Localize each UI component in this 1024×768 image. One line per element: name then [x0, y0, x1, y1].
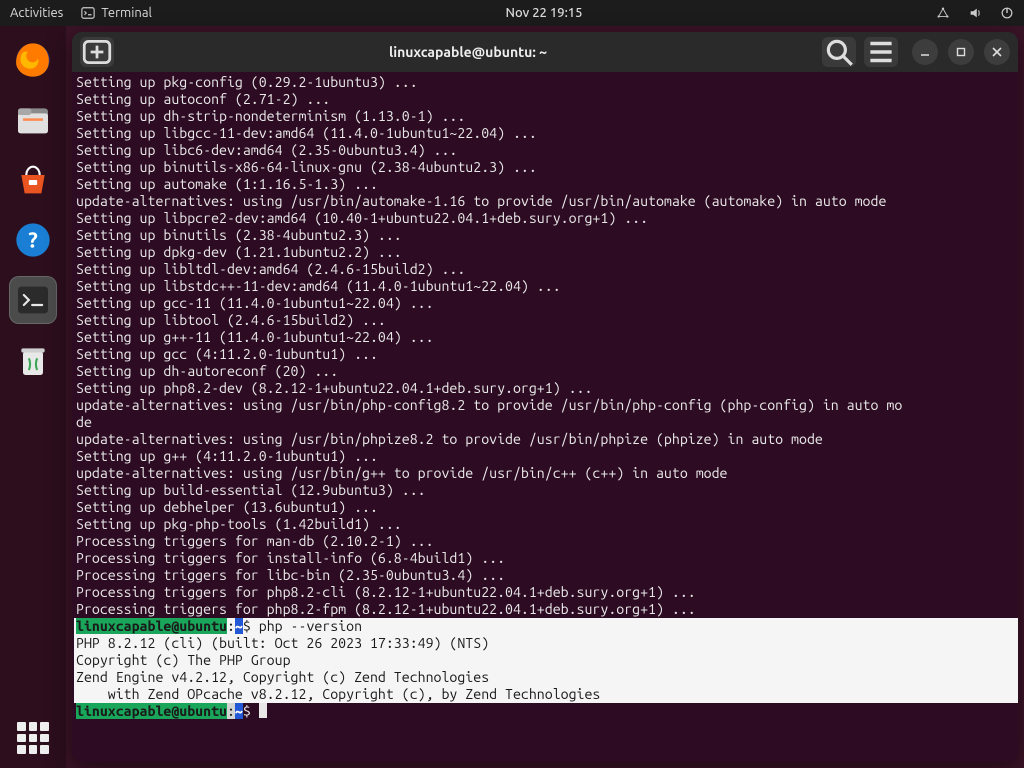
power-status-icon[interactable]: [1000, 6, 1014, 20]
terminal-line: Setting up autoconf (2.71-2) ...: [74, 91, 1018, 108]
clock[interactable]: Nov 22 19:15: [162, 6, 926, 20]
maximize-icon: [955, 46, 967, 58]
activities-button[interactable]: Activities: [10, 6, 63, 20]
close-icon: [991, 46, 1003, 58]
terminal-line: Setting up libgcc-11-dev:amd64 (11.4.0-1…: [74, 125, 1018, 142]
minimize-icon: [919, 46, 931, 58]
hamburger-icon: [864, 35, 898, 69]
prompt-path: ~: [235, 703, 243, 719]
help-launcher[interactable]: ?: [9, 216, 57, 264]
terminal-line: Setting up dh-strip-nondeterminism (1.13…: [74, 108, 1018, 125]
gnome-topbar: Activities Terminal Nov 22 19:15: [0, 0, 1024, 26]
terminal-line: Setting up automake (1:1.16.5-1.3) ...: [74, 176, 1018, 193]
terminal-line: Processing triggers for php8.2-fpm (8.2.…: [74, 601, 1018, 618]
minimize-button[interactable]: [912, 39, 938, 65]
svg-text:?: ?: [28, 229, 38, 253]
terminal-line: Processing triggers for install-info (6.…: [74, 550, 1018, 567]
terminal-line: Setting up php8.2-dev (8.2.12-1+ubuntu22…: [74, 380, 1018, 397]
terminal-line: update-alternatives: using /usr/bin/phpi…: [74, 431, 1018, 448]
help-icon: ?: [13, 220, 53, 260]
terminal-line: Setting up libstdc++-11-dev:amd64 (11.4.…: [74, 278, 1018, 295]
titlebar: linuxcapable@ubuntu: ~: [72, 32, 1018, 72]
terminal-line: Setting up gcc (4:11.2.0-1ubuntu1) ...: [74, 346, 1018, 363]
terminal-line: Setting up libtool (2.4.6-15build2) ...: [74, 312, 1018, 329]
terminal-line: Setting up g++-11 (11.4.0-1ubuntu1~22.04…: [74, 329, 1018, 346]
prompt-colon: :: [227, 703, 235, 719]
terminal-line: Setting up libc6-dev:amd64 (2.35-0ubuntu…: [74, 142, 1018, 159]
prompt-line: linuxcapable@ubuntu:~$ php --version: [74, 618, 1018, 635]
cursor: [259, 703, 267, 718]
prompt-user: linuxcapable@ubuntu: [76, 618, 227, 634]
terminal-line: Setting up libltdl-dev:amd64 (2.4.6-15bu…: [74, 261, 1018, 278]
terminal-line: Setting up dpkg-dev (1.21.1ubuntu2.2) ..…: [74, 244, 1018, 261]
terminal-line: de: [74, 414, 1018, 431]
search-icon: [822, 35, 856, 69]
software-icon: [13, 160, 53, 200]
highlighted-output: linuxcapable@ubuntu:~$ php --versionPHP …: [74, 618, 1018, 703]
prompt-user: linuxcapable@ubuntu: [76, 703, 227, 719]
files-icon: [13, 100, 53, 140]
terminal-line: Setting up binutils-x86-64-linux-gnu (2.…: [74, 159, 1018, 176]
active-app-indicator[interactable]: Terminal: [81, 6, 152, 20]
trash-icon: [13, 340, 53, 380]
terminal-line: with Zend OPcache v8.2.12, Copyright (c)…: [74, 686, 1018, 703]
terminal-line: Setting up g++ (4:11.2.0-1ubuntu1) ...: [74, 448, 1018, 465]
ubuntu-dock: ?: [0, 26, 66, 768]
terminal-small-icon: [81, 6, 95, 20]
terminal-line: Setting up gcc-11 (11.4.0-1ubuntu1~22.04…: [74, 295, 1018, 312]
terminal-line: Copyright (c) The PHP Group: [74, 652, 1018, 669]
new-tab-icon: [80, 35, 114, 69]
hamburger-menu-button[interactable]: [864, 37, 898, 67]
software-launcher[interactable]: [9, 156, 57, 204]
terminal-line: Processing triggers for man-db (2.10.2-1…: [74, 533, 1018, 550]
terminal-line: Setting up binutils (2.38-4ubuntu2.3) ..…: [74, 227, 1018, 244]
terminal-body[interactable]: Setting up pkg-config (0.29.2-1ubuntu3) …: [72, 72, 1018, 762]
firefox-icon: [13, 40, 53, 80]
firefox-launcher[interactable]: [9, 36, 57, 84]
terminal-line: update-alternatives: using /usr/bin/php-…: [74, 397, 1018, 414]
terminal-line: Processing triggers for libc-bin (2.35-0…: [74, 567, 1018, 584]
prompt-path: ~: [235, 618, 243, 634]
maximize-button[interactable]: [948, 39, 974, 65]
terminal-line: Processing triggers for php8.2-cli (8.2.…: [74, 584, 1018, 601]
show-applications-button[interactable]: [17, 722, 49, 754]
terminal-line: Setting up dh-autoreconf (20) ...: [74, 363, 1018, 380]
terminal-line: Zend Engine v4.2.12, Copyright (c) Zend …: [74, 669, 1018, 686]
files-launcher[interactable]: [9, 96, 57, 144]
terminal-line: Setting up libpcre2-dev:amd64 (10.40-1+u…: [74, 210, 1018, 227]
terminal-launcher[interactable]: [9, 276, 57, 324]
prompt-dollar: $: [243, 618, 251, 634]
close-button[interactable]: [984, 39, 1010, 65]
terminal-line: Setting up pkg-php-tools (1.42build1) ..…: [74, 516, 1018, 533]
terminal-line: update-alternatives: using /usr/bin/g++ …: [74, 465, 1018, 482]
window-title: linuxcapable@ubuntu: ~: [122, 44, 814, 60]
network-status-icon[interactable]: [936, 6, 950, 20]
terminal-window: linuxcapable@ubuntu: ~ Setting up pkg-co…: [72, 32, 1018, 762]
prompt-line: linuxcapable@ubuntu:~$: [74, 703, 1018, 720]
active-app-label: Terminal: [101, 6, 152, 20]
prompt-dollar: $: [243, 703, 251, 719]
terminal-line: Setting up pkg-config (0.29.2-1ubuntu3) …: [74, 74, 1018, 91]
trash-launcher[interactable]: [9, 336, 57, 384]
new-tab-button[interactable]: [80, 37, 114, 67]
terminal-line: Setting up build-essential (12.9ubuntu3)…: [74, 482, 1018, 499]
command-text: [251, 703, 259, 719]
command-text: php --version: [251, 618, 362, 634]
terminal-line: update-alternatives: using /usr/bin/auto…: [74, 193, 1018, 210]
search-button[interactable]: [822, 37, 856, 67]
terminal-line: Setting up debhelper (13.6ubuntu1) ...: [74, 499, 1018, 516]
prompt-colon: :: [227, 618, 235, 634]
terminal-line: PHP 8.2.12 (cli) (built: Oct 26 2023 17:…: [74, 635, 1018, 652]
terminal-icon: [13, 280, 53, 320]
volume-status-icon[interactable]: [968, 6, 982, 20]
